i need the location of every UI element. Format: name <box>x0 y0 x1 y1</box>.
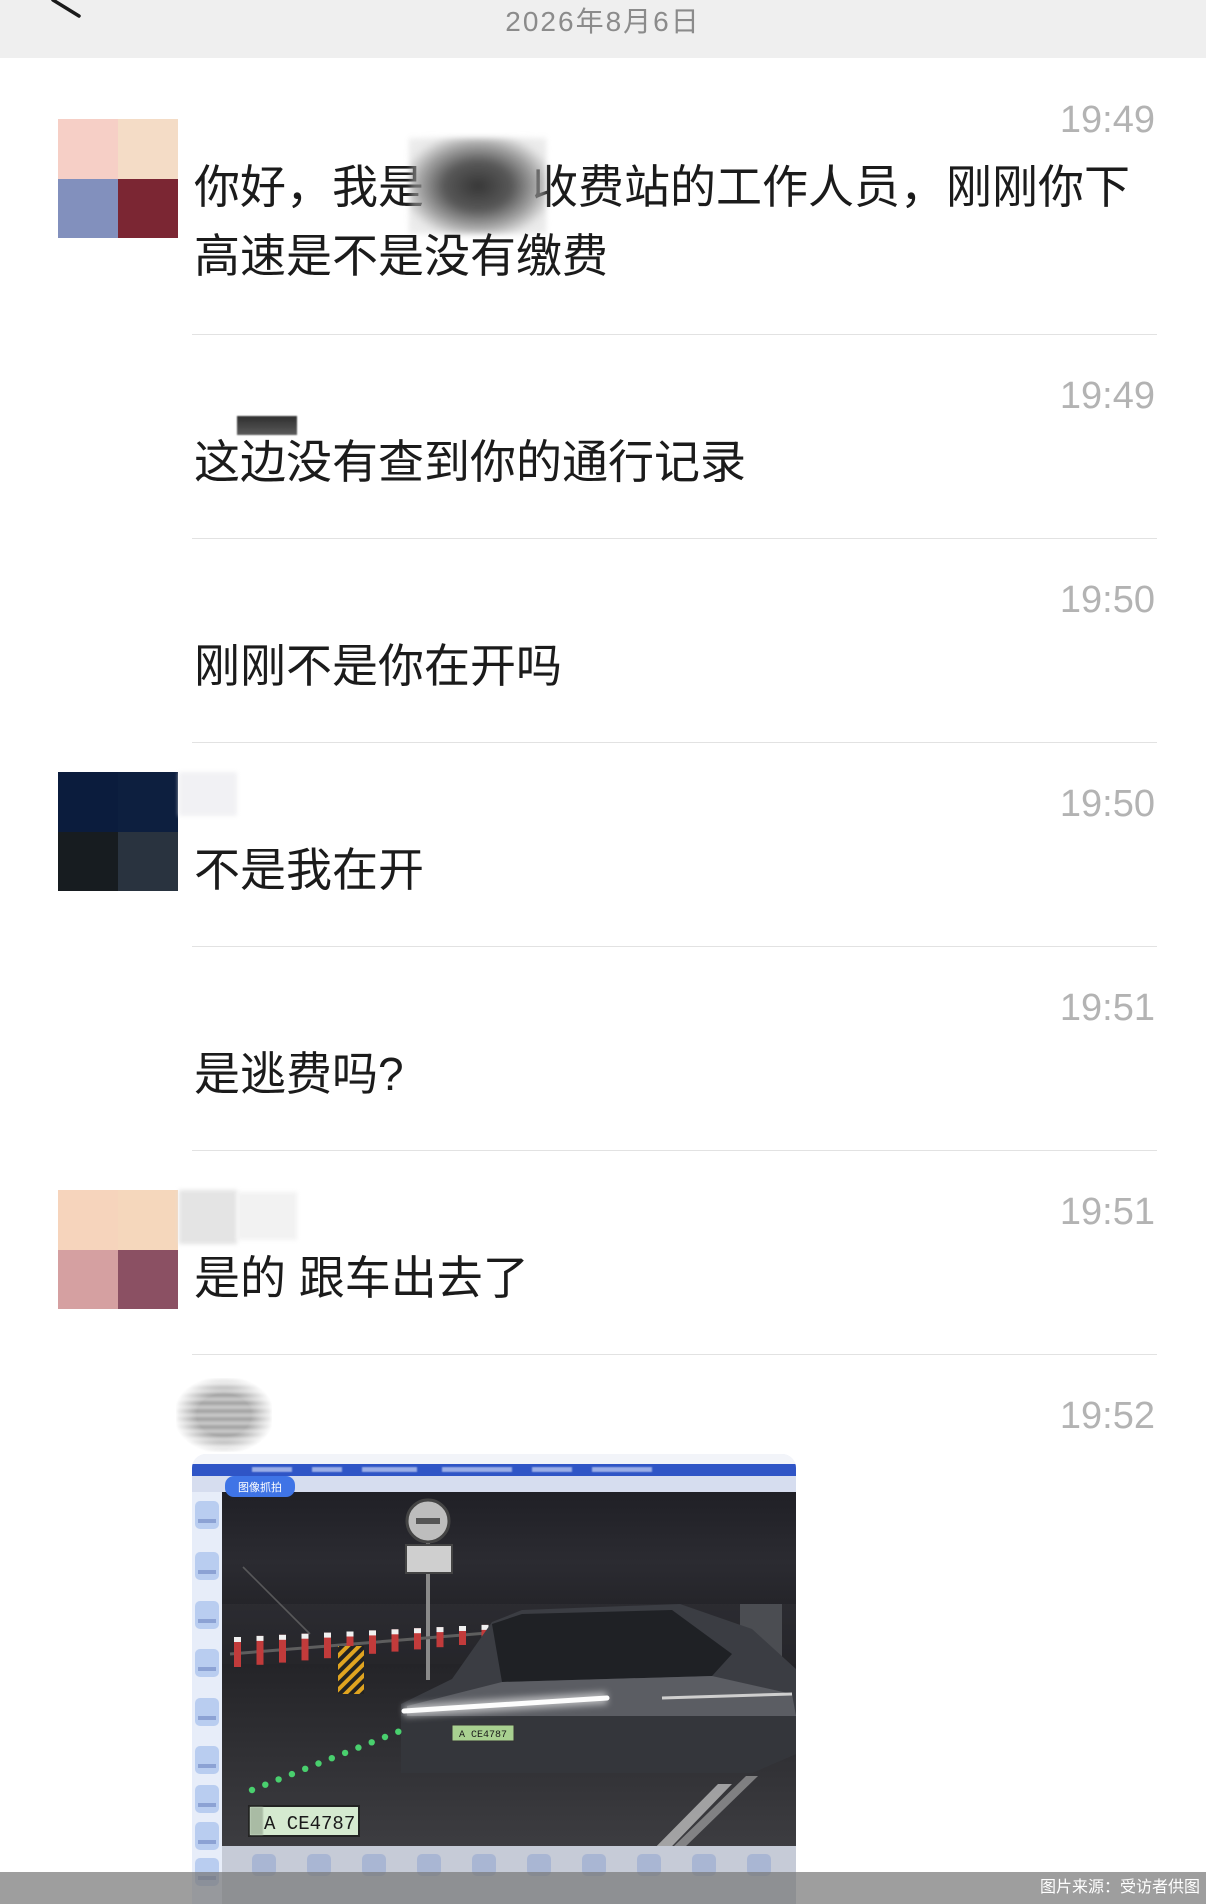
message-text: 高速是不是没有缴费 <box>194 230 608 282</box>
sidebar-button <box>195 1601 219 1629</box>
lane-light <box>328 1755 335 1762</box>
round-sign-symbol <box>416 1518 440 1524</box>
sidebar-button-label-blurred <box>198 1667 216 1671</box>
lane-light <box>368 1739 375 1746</box>
sidebar-button-label-blurred <box>198 1716 216 1720</box>
window-top-edge <box>192 1454 796 1464</box>
message-image[interactable]: A CE4787 A CE4787 图像抓拍 <box>192 1454 796 1904</box>
title-text-blurred <box>592 1467 652 1472</box>
message-text: 收费站的工作人员，刚刚你下 <box>532 161 1130 213</box>
sidebar-button <box>195 1649 219 1677</box>
lane-light <box>395 1728 402 1735</box>
sidebar-button <box>195 1746 219 1774</box>
zoomed-plate-prefix-blurred <box>250 1807 263 1835</box>
sidebar-button <box>195 1822 219 1850</box>
barrier-post-reflector <box>459 1626 466 1631</box>
message-text: 你好，我是 <box>194 161 424 213</box>
sidebar-button <box>195 1785 219 1813</box>
message-time: 19:52 <box>1059 1395 1155 1437</box>
lane-light <box>341 1749 349 1757</box>
barrier-post-reflector <box>301 1633 309 1639</box>
barrier-post-reflector <box>414 1628 421 1634</box>
title-text-blurred <box>252 1467 292 1472</box>
sidebar-button-label-blurred <box>198 1764 216 1768</box>
sender-name-redacted <box>237 1192 297 1240</box>
barrier-post-reflector <box>391 1629 399 1635</box>
barrier-post-reflector <box>436 1627 444 1633</box>
lane-light <box>288 1770 296 1778</box>
rectangular-traffic-sign <box>405 1544 453 1574</box>
redaction-blur <box>410 138 546 234</box>
title-text-blurred <box>442 1467 512 1472</box>
message-time: 19:49 <box>1059 375 1155 417</box>
sidebar-button <box>195 1698 219 1726</box>
barrier-post-reflector <box>346 1631 354 1637</box>
message-time: 19:50 <box>1059 783 1155 825</box>
message-divider <box>192 946 1157 947</box>
message-divider <box>192 1354 1157 1355</box>
lane-light <box>315 1760 322 1767</box>
zoomed-plate-text: A CE4787 <box>264 1813 355 1835</box>
message-divider <box>192 538 1157 539</box>
lane-light <box>248 1786 256 1794</box>
sidebar-button-label-blurred <box>198 1840 216 1844</box>
hazard-pole <box>338 1646 364 1694</box>
capture-button-label: 图像抓拍 <box>238 1480 282 1494</box>
message-divider <box>192 1150 1157 1151</box>
sender-name-redacted <box>179 1190 237 1244</box>
sidebar-button-label-blurred <box>198 1570 216 1574</box>
message-text: 刚刚不是你在开吗 <box>194 640 562 692</box>
message-divider <box>192 742 1157 743</box>
avatar[interactable] <box>58 1190 178 1309</box>
avatar[interactable] <box>58 119 178 238</box>
sidebar-button-label-blurred <box>198 1619 216 1623</box>
title-text-blurred <box>312 1467 342 1472</box>
message-text: 是的 跟车出去了 <box>194 1252 529 1304</box>
sidebar-button <box>195 1552 219 1580</box>
title-bar-text-blurred <box>252 1467 652 1472</box>
avatar[interactable] <box>58 772 178 891</box>
sender-name-redacted <box>179 772 237 816</box>
message-time: 19:50 <box>1059 579 1155 621</box>
barrier-post-reflector <box>279 1634 286 1640</box>
lane-light <box>355 1744 362 1751</box>
sidebar-button-label-blurred <box>198 1803 216 1807</box>
sidebar-button-label-blurred <box>198 1519 216 1523</box>
message-text: 是逃费吗? <box>194 1048 404 1100</box>
title-text-blurred <box>532 1467 572 1472</box>
message-time: 19:51 <box>1059 987 1155 1029</box>
barrier-post-reflector <box>369 1630 376 1636</box>
barrier-post-reflector <box>324 1632 331 1638</box>
message-time: 19:51 <box>1059 1191 1155 1233</box>
lane-light <box>262 1781 269 1788</box>
message-text: 不是我在开 <box>194 844 424 896</box>
vehicle-plate-text: A CE4787 <box>459 1730 507 1741</box>
lane-light <box>275 1776 282 1783</box>
lane-light <box>302 1765 309 1772</box>
barrier-post-reflector <box>234 1637 241 1642</box>
sidebar-button <box>195 1501 219 1529</box>
image-credit: 图片来源：受访者供图 <box>1039 1879 1200 1896</box>
lane-light <box>381 1733 389 1741</box>
message-time: 19:49 <box>1059 99 1155 141</box>
chat-date: 2026年8月6日 <box>505 6 701 37</box>
message-divider <box>192 334 1157 335</box>
top-bar: 2026年8月6日 <box>0 0 1206 58</box>
sender-name-redacted <box>176 1378 272 1452</box>
toll-capture-screenshot: A CE4787 A CE4787 图像抓拍 <box>192 1454 796 1904</box>
image-credit-bar: 图片来源：受访者供图 <box>0 1872 1206 1904</box>
barrier-post-reflector <box>256 1635 264 1641</box>
message-text: 这边没有查到你的通行记录 <box>194 436 746 488</box>
title-text-blurred <box>362 1467 417 1472</box>
